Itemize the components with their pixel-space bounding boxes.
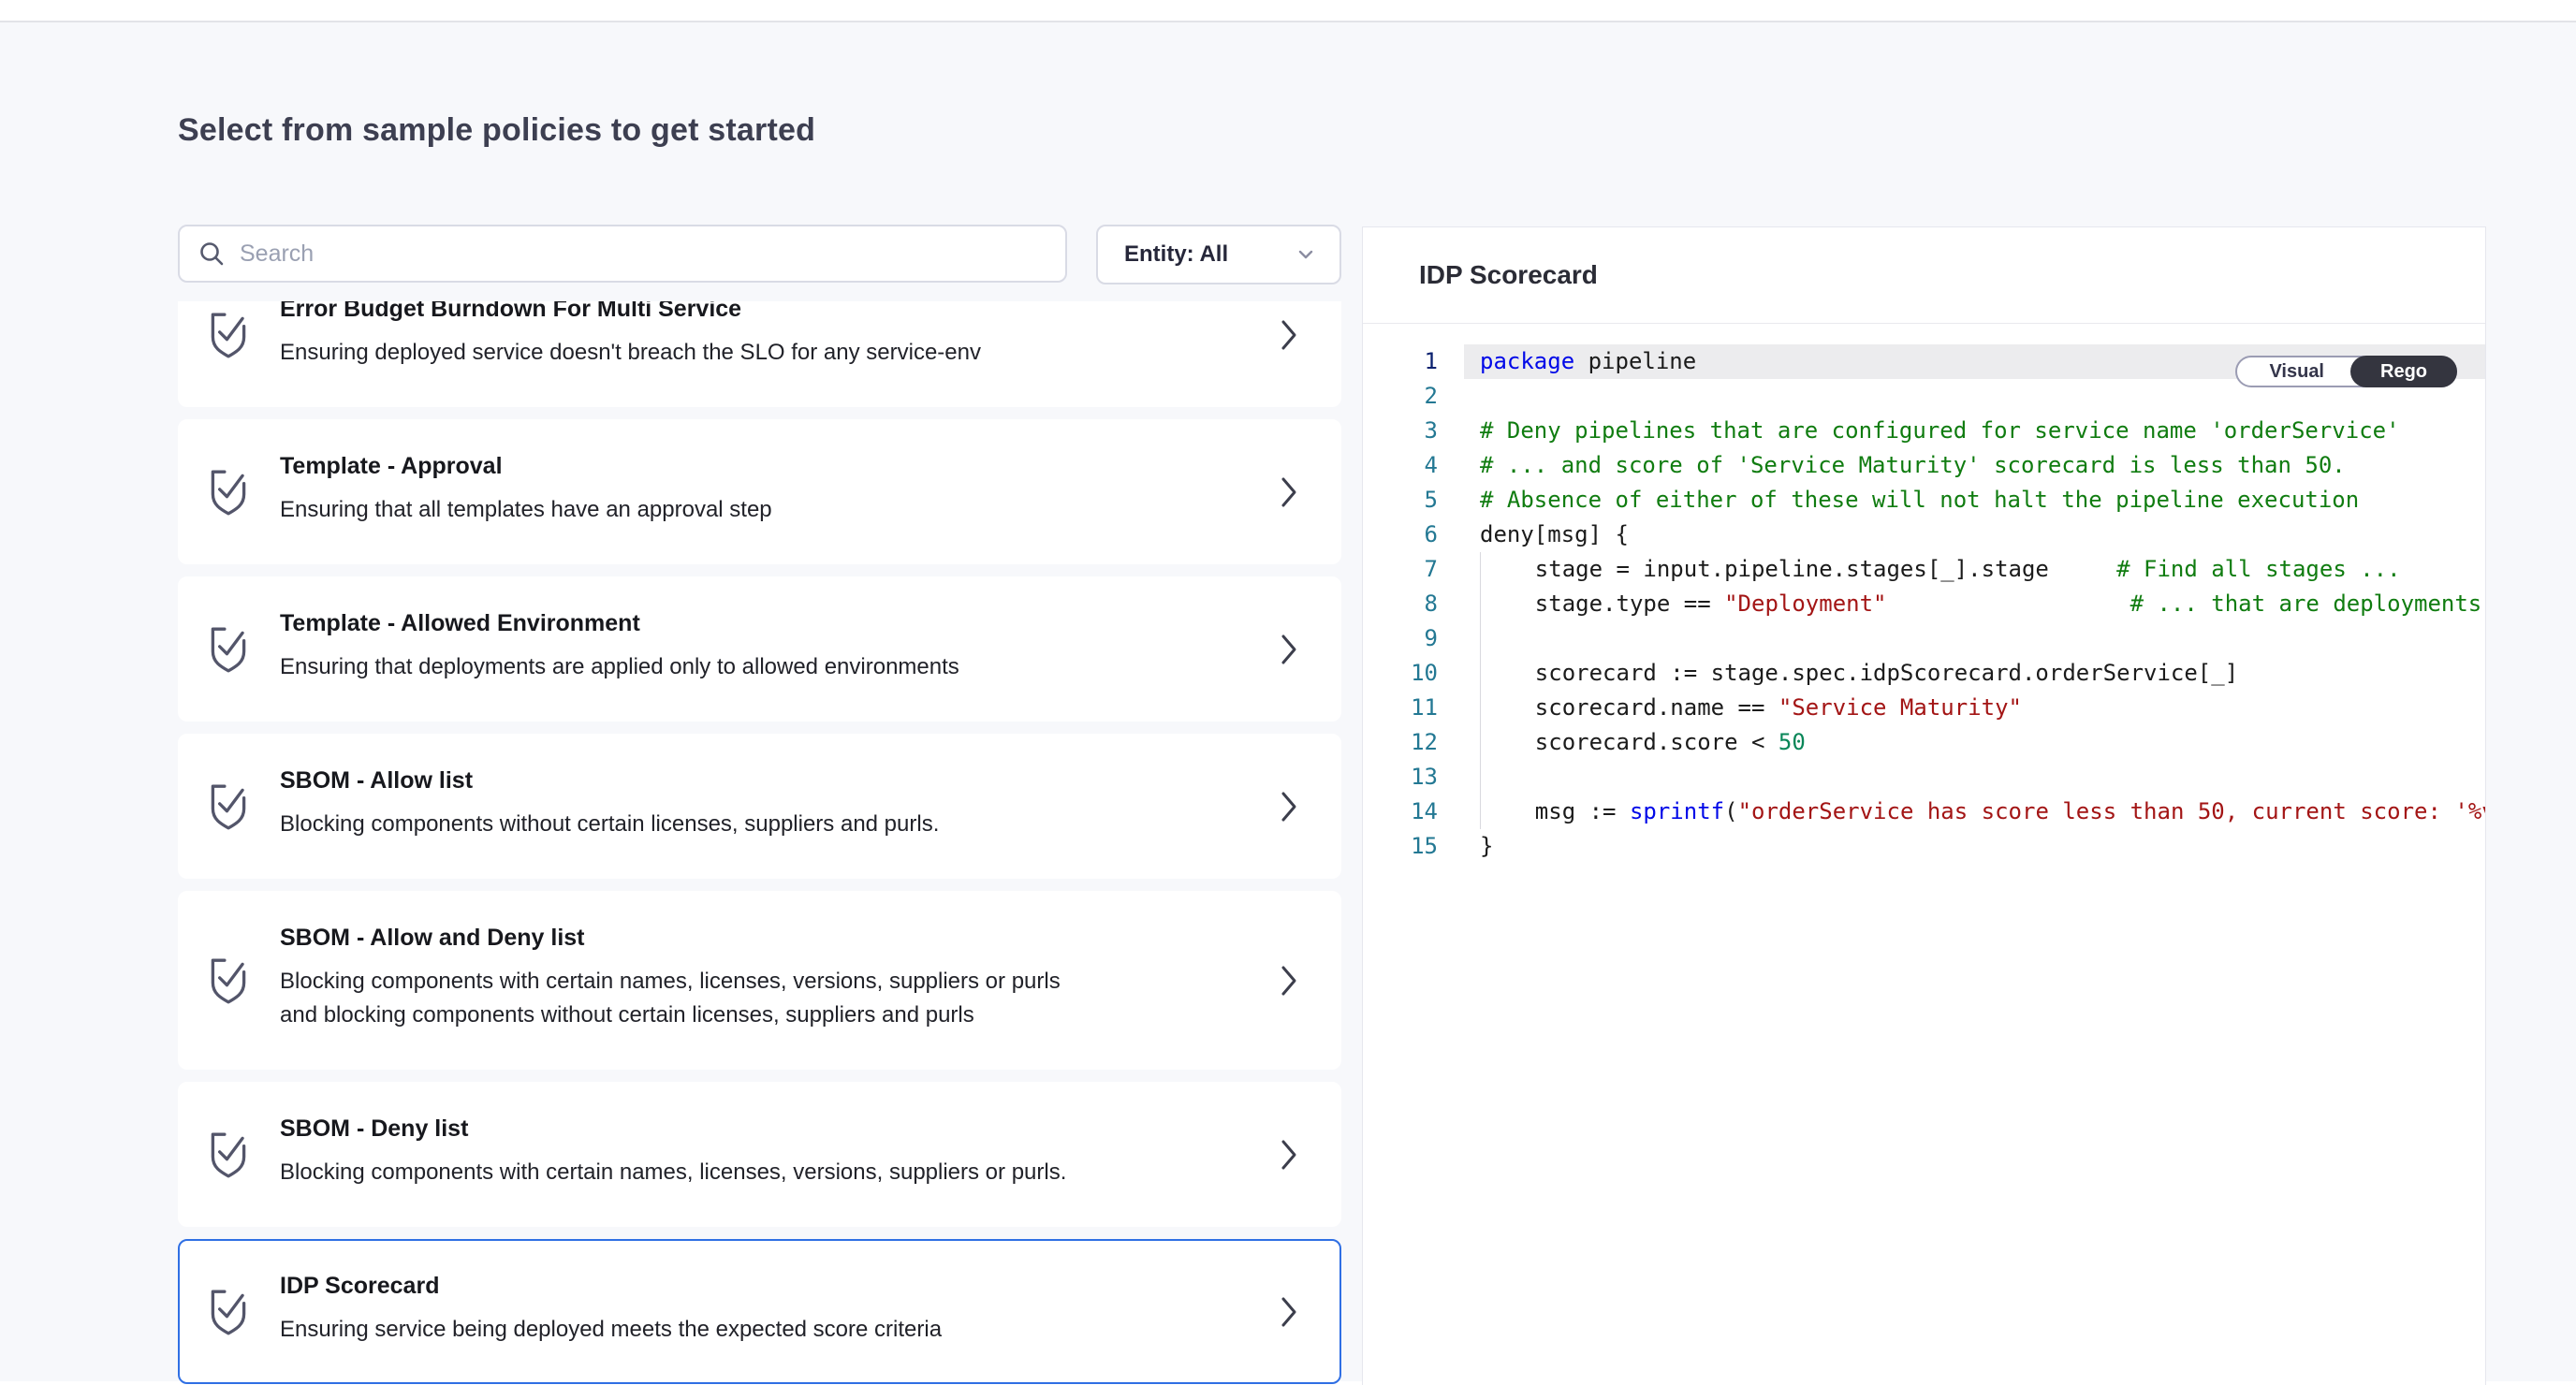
policy-shield-check-icon bbox=[207, 1287, 250, 1337]
policy-shield-check-icon bbox=[207, 467, 250, 518]
policy-card[interactable]: Template - Approval Ensuring that all te… bbox=[178, 419, 1341, 564]
code-line: 9 bbox=[1363, 621, 2485, 656]
chevron-right-icon bbox=[1280, 1296, 1298, 1328]
policy-description: Ensuring that deployments are applied on… bbox=[280, 650, 1104, 684]
detail-title: IDP Scorecard bbox=[1419, 260, 1598, 290]
sample-policies-page: Select from sample policies to get start… bbox=[0, 22, 2576, 1381]
chevron-right-icon bbox=[1280, 319, 1298, 351]
detail-header: IDP Scorecard bbox=[1363, 227, 2485, 324]
code-text: # Deny pipelines that are configured for… bbox=[1480, 414, 2485, 448]
code-text: stage.type == "Deployment" # ... that ar… bbox=[1480, 587, 2485, 621]
policy-card[interactable]: SBOM - Deny list Blocking components wit… bbox=[178, 1082, 1341, 1227]
policy-title: IDP Scorecard bbox=[280, 1273, 1227, 1300]
policy-description: Blocking components with certain names, … bbox=[280, 1156, 1104, 1189]
code-line: 8 stage.type == "Deployment" # ... that … bbox=[1363, 587, 2485, 621]
policy-card[interactable]: IDP Scorecard Ensuring service being dep… bbox=[178, 1239, 1341, 1384]
policy-description: Blocking components with certain names, … bbox=[280, 965, 1104, 1032]
visual-mode-button[interactable]: Visual bbox=[2237, 357, 2350, 386]
entity-filter-label: Entity: All bbox=[1124, 241, 1228, 268]
code-text: # Absence of either of these will not ha… bbox=[1480, 483, 2485, 518]
line-number: 12 bbox=[1363, 725, 1438, 760]
code-text: msg := sprintf("orderService has score l… bbox=[1480, 795, 2485, 829]
policy-title: Template - Allowed Environment bbox=[280, 610, 1227, 637]
policy-title: SBOM - Allow list bbox=[280, 767, 1227, 795]
policy-card[interactable]: SBOM - Allow and Deny list Blocking comp… bbox=[178, 891, 1341, 1070]
policy-shield-check-icon bbox=[207, 624, 250, 675]
line-number: 1 bbox=[1363, 344, 1438, 379]
code-text: scorecard := stage.spec.idpScorecard.ord… bbox=[1480, 656, 2485, 691]
top-white-bar bbox=[0, 0, 2576, 21]
code-text bbox=[1480, 760, 2485, 795]
policy-description: Ensuring service being deployed meets th… bbox=[280, 1313, 1104, 1347]
code-text: deny[msg] { bbox=[1480, 518, 2485, 552]
rego-code-viewer[interactable]: 1package pipeline23# Deny pipelines that… bbox=[1363, 324, 2485, 864]
policy-title: Error Budget Burndown For Multi Service bbox=[280, 301, 1227, 323]
search-input[interactable] bbox=[240, 241, 1046, 268]
line-number: 11 bbox=[1363, 691, 1438, 725]
policy-title: Template - Approval bbox=[280, 453, 1227, 480]
policy-description: Ensuring that all templates have an appr… bbox=[280, 493, 1104, 527]
search-icon bbox=[198, 241, 225, 267]
code-line: 10 scorecard := stage.spec.idpScorecard.… bbox=[1363, 656, 2485, 691]
line-number: 10 bbox=[1363, 656, 1438, 691]
policy-shield-check-icon bbox=[207, 781, 250, 832]
list-controls: Entity: All bbox=[178, 225, 1341, 284]
policy-description: Ensuring deployed service doesn't breach… bbox=[280, 336, 1104, 370]
policy-list: Error Budget Burndown For Multi Service … bbox=[178, 301, 1341, 1384]
policy-title: SBOM - Allow and Deny list bbox=[280, 925, 1227, 952]
policy-detail-panel: IDP Scorecard 1package pipeline23# Deny … bbox=[1362, 226, 2486, 1385]
code-line: 3 # Deny pipelines that are configured fo… bbox=[1363, 414, 2485, 448]
policy-card[interactable]: Template - Allowed Environment Ensuring … bbox=[178, 576, 1341, 722]
line-number: 7 bbox=[1363, 552, 1438, 587]
code-line: 12 scorecard.score < 50 bbox=[1363, 725, 2485, 760]
code-text bbox=[1480, 621, 2485, 656]
entity-filter-dropdown[interactable]: Entity: All bbox=[1096, 225, 1341, 284]
line-number: 9 bbox=[1363, 621, 1438, 656]
policy-shield-check-icon bbox=[207, 310, 250, 360]
line-number: 3 bbox=[1363, 414, 1438, 448]
policy-title: SBOM - Deny list bbox=[280, 1115, 1227, 1143]
page-title: Select from sample policies to get start… bbox=[178, 112, 815, 149]
line-number: 14 bbox=[1363, 795, 1438, 829]
code-line: 6 deny[msg] { bbox=[1363, 518, 2485, 552]
code-line: 11 scorecard.name == "Service Maturity" bbox=[1363, 691, 2485, 725]
chevron-right-icon bbox=[1280, 791, 1298, 823]
policy-card[interactable]: SBOM - Allow list Blocking components wi… bbox=[178, 734, 1341, 879]
code-text: # ... and score of 'Service Maturity' sc… bbox=[1480, 448, 2485, 483]
chevron-right-icon bbox=[1280, 965, 1298, 997]
code-line: 7 stage = input.pipeline.stages[_].stage… bbox=[1363, 552, 2485, 587]
chevron-right-icon bbox=[1280, 1139, 1298, 1171]
policy-shield-check-icon bbox=[207, 955, 250, 1006]
code-text: scorecard.name == "Service Maturity" bbox=[1480, 691, 2485, 725]
policy-list-viewport: Error Budget Burndown For Multi Service … bbox=[178, 301, 1341, 1385]
code-text: } bbox=[1480, 829, 2485, 864]
policy-description: Blocking components without certain lice… bbox=[280, 808, 1104, 841]
rego-mode-button[interactable]: Rego bbox=[2350, 356, 2457, 387]
chevron-right-icon bbox=[1280, 634, 1298, 665]
line-number: 6 bbox=[1363, 518, 1438, 552]
line-number: 2 bbox=[1363, 379, 1438, 414]
code-text: stage = input.pipeline.stages[_].stage #… bbox=[1480, 552, 2485, 587]
code-line: 13 bbox=[1363, 760, 2485, 795]
line-number: 4 bbox=[1363, 448, 1438, 483]
policy-shield-check-icon bbox=[207, 1130, 250, 1180]
code-text: scorecard.score < 50 bbox=[1480, 725, 2485, 760]
code-mode-toggle: Visual Rego bbox=[2235, 356, 2457, 387]
chevron-right-icon bbox=[1280, 476, 1298, 508]
code-line: 4 # ... and score of 'Service Maturity' s… bbox=[1363, 448, 2485, 483]
code-line: 15} bbox=[1363, 829, 2485, 864]
search-box[interactable] bbox=[178, 225, 1067, 283]
line-number: 5 bbox=[1363, 483, 1438, 518]
policy-card[interactable]: Error Budget Burndown For Multi Service … bbox=[178, 301, 1341, 407]
line-number: 8 bbox=[1363, 587, 1438, 621]
code-line: 5 # Absence of either of these will not h… bbox=[1363, 483, 2485, 518]
line-number: 15 bbox=[1363, 829, 1438, 864]
chevron-down-icon bbox=[1295, 243, 1317, 266]
code-line: 14 msg := sprintf("orderService has scor… bbox=[1363, 795, 2485, 829]
line-number: 13 bbox=[1363, 760, 1438, 795]
